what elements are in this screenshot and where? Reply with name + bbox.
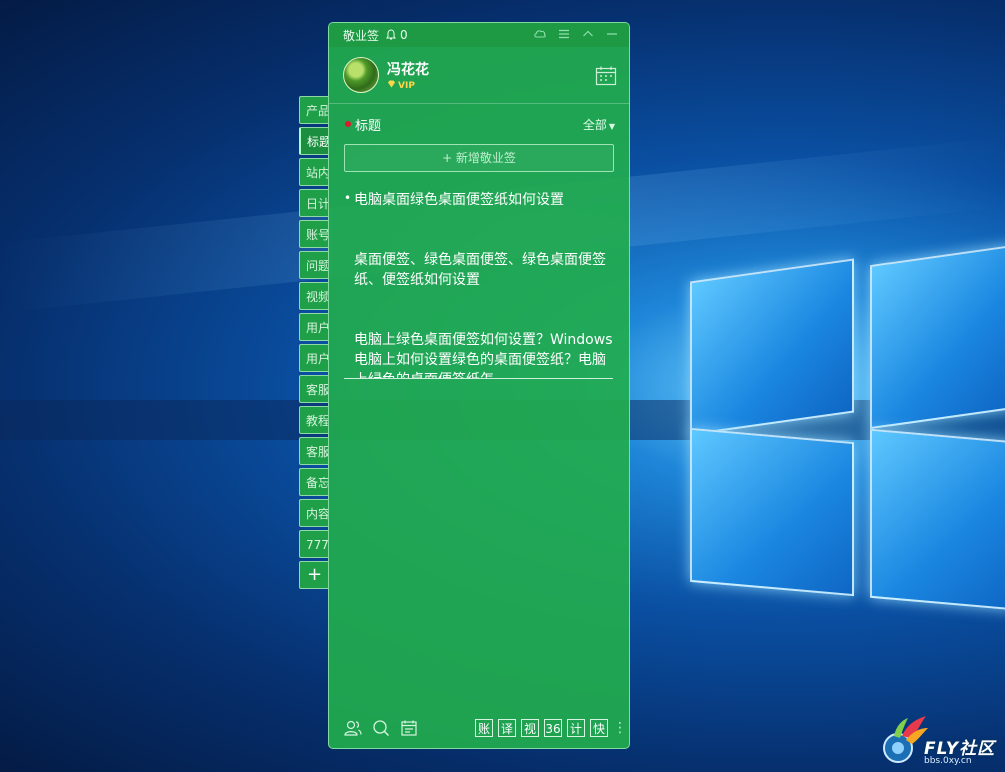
watermark: FLY社区 bbs.0xy.cn [880, 712, 1005, 772]
side-tab[interactable]: 客服 [299, 375, 329, 403]
side-tab[interactable]: 日计 [299, 189, 329, 217]
note-item[interactable]: 桌面便签、绿色桌面便签、绿色桌面便签纸、便签纸如何设置 [344, 250, 613, 290]
minimize-icon[interactable] [605, 28, 619, 42]
side-tab[interactable]: 用户 [299, 313, 329, 341]
side-tab[interactable]: 问题 [299, 251, 329, 279]
app-36-button[interactable]: 36 [544, 719, 562, 737]
more-vertical-icon[interactable]: ⋮ [613, 721, 627, 735]
notes-list[interactable]: • 电脑桌面绿色桌面便签纸如何设置 桌面便签、绿色桌面便签、绿色桌面便签纸、便签… [344, 190, 613, 379]
contacts-icon[interactable] [343, 718, 363, 738]
app-name: 敬业签 [343, 28, 380, 43]
title-bar[interactable]: 敬业签 0 [329, 23, 629, 47]
category-title: 标题 [355, 118, 382, 134]
vip-badge: VIP [387, 80, 429, 91]
category-dot [345, 121, 351, 127]
add-category-button[interactable]: + [299, 561, 329, 589]
note-text: 桌面便签、绿色桌面便签、绿色桌面便签纸、便签纸如何设置 [354, 252, 606, 288]
side-tab[interactable]: 备忘 [299, 468, 329, 496]
watermark-url: bbs.0xy.cn [924, 756, 972, 766]
note-text: 电脑桌面绿色桌面便签纸如何设置 [354, 192, 564, 208]
filter-label: 全部 [582, 117, 607, 132]
notification-count: 0 [400, 28, 408, 42]
diamond-icon [387, 80, 396, 91]
bottom-toolbar: 账 译 视 36 计 快 ⋮ [329, 708, 629, 748]
cloud-sync-icon[interactable] [533, 28, 547, 42]
category-header: 标题 全部 ▼ [329, 104, 629, 134]
side-tab[interactable]: 产品 [299, 96, 329, 124]
calculator-button[interactable]: 计 [567, 719, 585, 737]
search-icon[interactable] [371, 718, 391, 738]
note-item[interactable]: 电脑上绿色桌面便签如何设置？Windows电脑上如何设置绿色的桌面便签纸？电脑上… [344, 330, 613, 378]
side-category-tabs: 产品 标题 站内 日计 账号 问题 视频 用户 用户 客服 教程 客服 备忘 内… [299, 96, 331, 592]
side-tab[interactable]: 客服 [299, 437, 329, 465]
side-tab[interactable]: 站内 [299, 158, 329, 186]
side-tab[interactable]: 内容 [299, 499, 329, 527]
note-bullet: • [344, 191, 352, 205]
vip-label: VIP [398, 80, 415, 91]
side-tab[interactable]: 教程 [299, 406, 329, 434]
note-text: 电脑上绿色桌面便签如何设置？Windows电脑上如何设置绿色的桌面便签纸？电脑上… [354, 332, 613, 378]
notes-history-icon[interactable] [399, 718, 419, 738]
note-item[interactable]: • 电脑桌面绿色桌面便签纸如何设置 [344, 190, 613, 210]
menu-icon[interactable] [557, 28, 571, 42]
add-note-button[interactable]: + 新增敬业签 [344, 144, 614, 172]
collapse-up-icon[interactable] [581, 28, 595, 42]
filter-dropdown[interactable]: 全部 ▼ [583, 116, 615, 133]
user-header: 冯花花 VIP [329, 47, 629, 104]
video-button[interactable]: 视 [521, 719, 539, 737]
windows-logo [680, 244, 1005, 611]
calendar-icon[interactable] [595, 65, 617, 86]
side-tab-active[interactable]: 标题 [299, 127, 329, 155]
fly-logo-icon [880, 712, 930, 768]
side-tab[interactable]: 账号 [299, 220, 329, 248]
bell-icon[interactable] [385, 29, 397, 41]
ledger-button[interactable]: 账 [475, 719, 493, 737]
user-name: 冯花花 [387, 62, 429, 78]
side-tab[interactable]: 用户 [299, 344, 329, 372]
express-button[interactable]: 快 [590, 719, 608, 737]
caret-down-icon: ▼ [608, 121, 615, 131]
side-tab[interactable]: 视频 [299, 282, 329, 310]
translate-button[interactable]: 译 [498, 719, 516, 737]
avatar[interactable] [343, 57, 379, 93]
sticky-note-window: 敬业签 0 冯花花 VIP 标题 全部 ▼ + 新增敬业签 • 电脑桌面绿色桌面… [328, 22, 630, 749]
side-tab[interactable]: 777 [299, 530, 329, 558]
